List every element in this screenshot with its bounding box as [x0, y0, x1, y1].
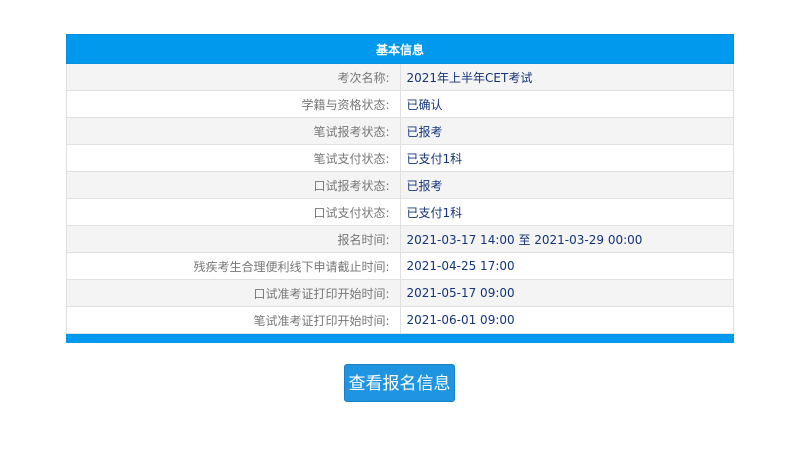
row-value-written-payment: 已支付1科 — [399, 144, 734, 172]
table-row: 口试支付状态: 已支付1科 — [66, 198, 734, 226]
basic-info-panel: 基本信息 考次名称: 2021年上半年CET考试 学籍与资格状态: 已确认 笔试… — [66, 34, 734, 343]
row-value-exam-name: 2021年上半年CET考试 — [399, 63, 734, 91]
row-label-oral-payment: 口试支付状态: — [66, 198, 401, 226]
table-row: 笔试支付状态: 已支付1科 — [66, 144, 734, 172]
row-label-enrollment-status: 学籍与资格状态: — [66, 90, 401, 118]
table-row: 口试准考证打印开始时间: 2021-05-17 09:00 — [66, 279, 734, 307]
table-row: 笔试报考状态: 已报考 — [66, 117, 734, 145]
row-value-oral-registration: 已报考 — [399, 171, 734, 199]
row-label-written-admission-print: 笔试准考证打印开始时间: — [66, 306, 401, 334]
basic-info-table: 基本信息 考次名称: 2021年上半年CET考试 学籍与资格状态: 已确认 笔试… — [66, 34, 734, 334]
row-value-oral-payment: 已支付1科 — [399, 198, 734, 226]
table-row: 学籍与资格状态: 已确认 — [66, 90, 734, 118]
table-row: 残疾考生合理便利线下申请截止时间: 2021-04-25 17:00 — [66, 252, 734, 280]
row-value-accommodation-deadline: 2021-04-25 17:00 — [399, 252, 734, 280]
table-row: 笔试准考证打印开始时间: 2021-06-01 09:00 — [66, 306, 734, 334]
table-row: 考次名称: 2021年上半年CET考试 — [66, 63, 734, 91]
table-header: 基本信息 — [66, 34, 734, 64]
row-label-exam-name: 考次名称: — [66, 63, 401, 91]
view-registration-info-button[interactable]: 查看报名信息 — [344, 364, 455, 402]
row-value-written-admission-print: 2021-06-01 09:00 — [399, 306, 734, 334]
table-footer-bar — [66, 334, 734, 343]
row-value-registration-period: 2021-03-17 14:00 至 2021-03-29 00:00 — [399, 225, 734, 253]
row-label-written-registration: 笔试报考状态: — [66, 117, 401, 145]
row-value-enrollment-status: 已确认 — [399, 90, 734, 118]
table-row: 口试报考状态: 已报考 — [66, 171, 734, 199]
row-label-oral-admission-print: 口试准考证打印开始时间: — [66, 279, 401, 307]
row-label-oral-registration: 口试报考状态: — [66, 171, 401, 199]
row-value-oral-admission-print: 2021-05-17 09:00 — [399, 279, 734, 307]
table-row: 报名时间: 2021-03-17 14:00 至 2021-03-29 00:0… — [66, 225, 734, 253]
row-label-accommodation-deadline: 残疾考生合理便利线下申请截止时间: — [66, 252, 401, 280]
row-value-written-registration: 已报考 — [399, 117, 734, 145]
row-label-written-payment: 笔试支付状态: — [66, 144, 401, 172]
row-label-registration-period: 报名时间: — [66, 225, 401, 253]
